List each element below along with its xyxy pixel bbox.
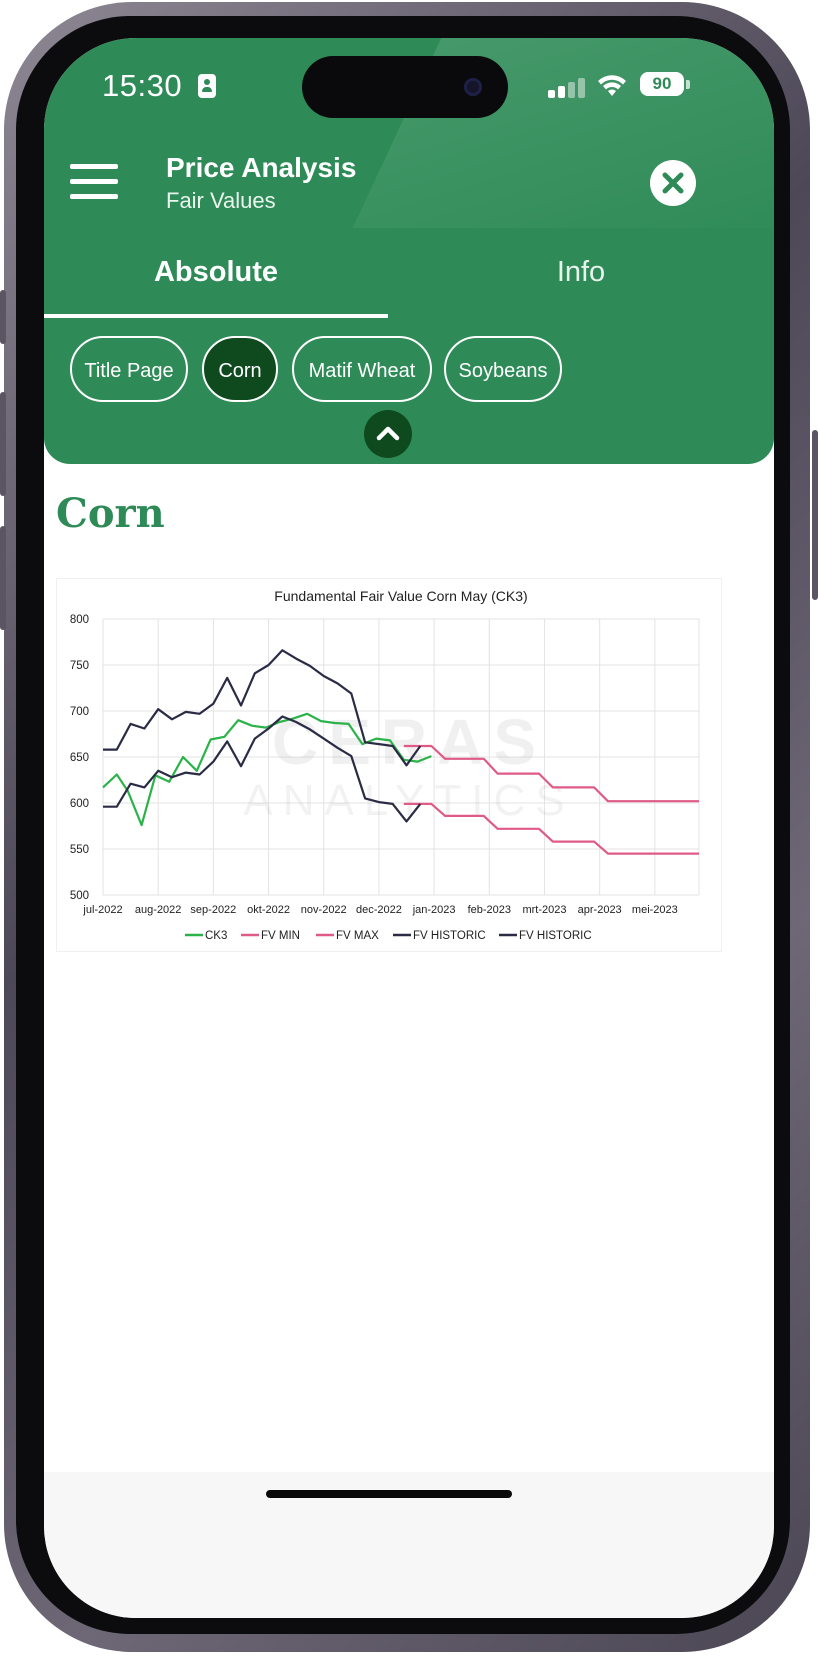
menu-icon[interactable] [70, 164, 118, 200]
x-tick-label: feb-2023 [468, 904, 511, 916]
action-button [0, 290, 6, 344]
legend-label: FV MIN [261, 930, 300, 942]
cellular-signal-icon [548, 76, 588, 98]
legend-label: FV MAX [336, 930, 379, 942]
close-button[interactable] [650, 160, 696, 206]
x-tick-label: jul-2022 [82, 904, 122, 916]
chip-title-page[interactable]: Title Page [70, 336, 188, 402]
screen: 15:30 90 Price Analysis Fair Values Abso… [44, 38, 774, 1618]
wifi-icon [598, 75, 626, 96]
x-tick-label: apr-2023 [578, 904, 622, 916]
chip-corn[interactable]: Corn [202, 336, 278, 402]
chevron-up-icon [376, 426, 400, 441]
battery-tip [686, 80, 690, 89]
chip-matif-wheat[interactable]: Matif Wheat [292, 336, 432, 402]
app-header: 15:30 90 Price Analysis Fair Values Abso… [44, 38, 774, 464]
page-title: Price Analysis [166, 152, 357, 183]
close-icon [662, 172, 684, 194]
chart-title: Fundamental Fair Value Corn May (CK3) [274, 588, 527, 604]
legend-label: FV HISTORIC [413, 930, 486, 942]
tab-absolute[interactable]: Absolute [44, 256, 388, 316]
fair-value-chart: Fundamental Fair Value Corn May (CK3) 500… [70, 588, 700, 942]
y-tick-label: 700 [70, 706, 89, 718]
tab-info[interactable]: Info [388, 256, 774, 316]
page-subtitle: Fair Values [166, 188, 276, 213]
status-time: 15:30 [102, 68, 183, 103]
chip-soybeans[interactable]: Soybeans [444, 336, 562, 402]
x-tick-label: mei-2023 [632, 904, 678, 916]
legend-label: FV HISTORIC [519, 930, 592, 942]
x-tick-label: okt-2022 [247, 904, 290, 916]
x-tick-label: aug-2022 [135, 904, 182, 916]
legend-label: CK3 [205, 930, 227, 942]
home-indicator[interactable] [266, 1490, 512, 1498]
x-tick-label: mrt-2023 [522, 904, 566, 916]
dynamic-island [302, 56, 508, 118]
y-tick-label: 650 [70, 752, 89, 764]
volume-down-button [0, 526, 6, 630]
tab-indicator [44, 314, 388, 318]
front-camera [464, 78, 482, 96]
x-tick-label: dec-2022 [356, 904, 402, 916]
y-tick-label: 500 [70, 890, 89, 902]
contact-card-icon [198, 74, 216, 98]
power-button [812, 430, 818, 600]
x-tick-label: jan-2023 [412, 904, 456, 916]
y-tick-label: 750 [70, 660, 89, 672]
section-title: Corn [56, 490, 165, 537]
y-tick-label: 600 [70, 798, 89, 810]
y-tick-label: 550 [70, 844, 89, 856]
volume-up-button [0, 392, 6, 496]
x-tick-label: sep-2022 [190, 904, 236, 916]
x-tick-label: nov-2022 [301, 904, 347, 916]
battery-indicator: 90 [640, 72, 684, 96]
y-tick-label: 800 [70, 614, 89, 626]
chart-container: Fundamental Fair Value Corn May (CK3) 500… [56, 578, 722, 952]
collapse-button[interactable] [364, 410, 412, 458]
